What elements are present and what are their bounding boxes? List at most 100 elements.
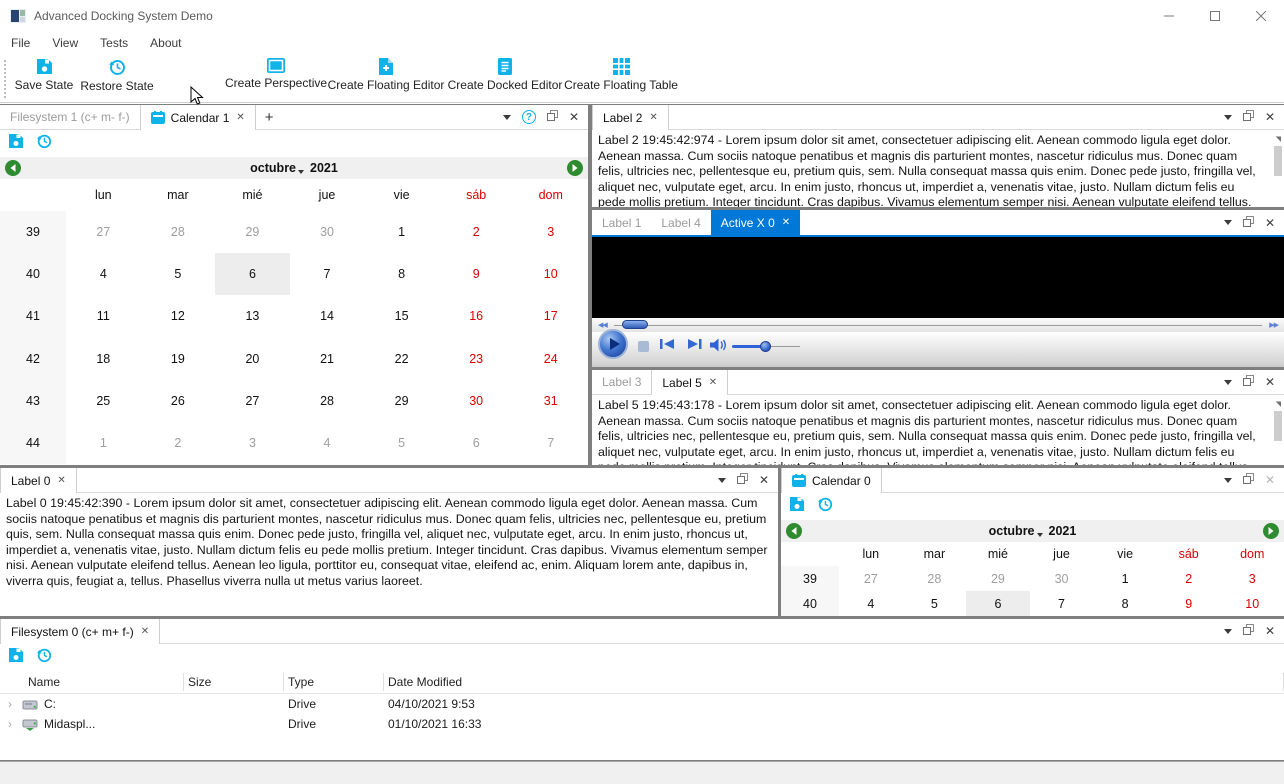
- calendar-day[interactable]: 6: [439, 422, 514, 464]
- tab-close-icon[interactable]: ✕: [141, 626, 149, 637]
- dock-menu-arrow-icon[interactable]: [717, 477, 726, 483]
- previous-track-icon[interactable]: [658, 337, 678, 356]
- close-icon[interactable]: [1238, 0, 1284, 32]
- expand-chevron-icon[interactable]: ›: [8, 717, 22, 731]
- calendar-day[interactable]: 30: [1030, 566, 1094, 591]
- tab-close-icon[interactable]: ✕: [709, 377, 717, 388]
- calendar-day[interactable]: 5: [364, 422, 439, 464]
- tab-label1[interactable]: Label 1: [592, 210, 651, 235]
- calendar-day[interactable]: 11: [66, 295, 141, 337]
- calendar-day[interactable]: 28: [141, 211, 216, 253]
- calendar-day[interactable]: 8: [364, 253, 439, 295]
- tab-label0[interactable]: Label 0 ✕: [0, 468, 77, 493]
- column-header[interactable]: Type: [284, 673, 384, 691]
- calendar-day[interactable]: 20: [215, 338, 290, 380]
- tab-activex0[interactable]: Active X 0 ✕: [710, 210, 801, 235]
- scrollbar[interactable]: ◥ ◢: [1271, 132, 1283, 207]
- calendar-day[interactable]: 24: [513, 338, 588, 380]
- tab-calendar0[interactable]: Calendar 0: [781, 468, 882, 493]
- add-tab-button[interactable]: +: [256, 105, 283, 129]
- dock-menu-arrow-icon[interactable]: [1223, 379, 1232, 385]
- dock-menu-arrow-icon[interactable]: [1223, 114, 1232, 120]
- calendar-day[interactable]: 29: [215, 211, 290, 253]
- dock-close-icon[interactable]: ✕: [1265, 624, 1275, 638]
- calendar-day[interactable]: 6: [215, 253, 290, 296]
- calendar-day[interactable]: 19: [141, 338, 216, 380]
- restore-icon[interactable]: [36, 133, 52, 154]
- minimize-icon[interactable]: [1146, 0, 1192, 32]
- menu-view[interactable]: View: [41, 36, 89, 50]
- stop-icon[interactable]: [638, 341, 649, 352]
- tab-label4[interactable]: Label 4: [651, 210, 710, 235]
- calendar-day[interactable]: 22: [364, 338, 439, 380]
- float-dock-icon[interactable]: [1242, 622, 1254, 640]
- calendar-day[interactable]: 8: [1093, 591, 1157, 616]
- float-dock-icon[interactable]: [736, 471, 748, 489]
- dock-menu-arrow-icon[interactable]: [1223, 220, 1232, 225]
- dock-menu-arrow-icon[interactable]: [502, 114, 511, 120]
- scrollbar-thumb[interactable]: [1274, 146, 1282, 176]
- calendar-day[interactable]: 21: [290, 338, 365, 380]
- save-icon[interactable]: [789, 496, 805, 517]
- help-icon[interactable]: ?: [521, 110, 536, 124]
- calendar-day[interactable]: 1: [1093, 566, 1157, 591]
- calendar-day[interactable]: 2: [439, 211, 514, 253]
- calendar-day[interactable]: 1: [364, 211, 439, 253]
- fast-forward-icon[interactable]: ▶▶: [1269, 321, 1279, 329]
- tab-label3[interactable]: Label 3: [592, 370, 651, 394]
- seek-track[interactable]: [614, 325, 1262, 326]
- float-dock-icon[interactable]: [546, 108, 558, 126]
- calendar-day[interactable]: 9: [1157, 591, 1221, 616]
- create-perspective-button[interactable]: Create Perspective: [225, 58, 327, 90]
- calendar-day[interactable]: 30: [439, 380, 514, 422]
- calendar-day[interactable]: 23: [439, 338, 514, 380]
- dock-close-icon[interactable]: ✕: [1265, 216, 1275, 230]
- calendar-day[interactable]: 30: [290, 211, 365, 253]
- tab-close-icon[interactable]: ✕: [57, 475, 65, 486]
- calendar-day[interactable]: 27: [839, 566, 903, 591]
- restore-state-button[interactable]: Restore State: [78, 58, 156, 93]
- volume-icon[interactable]: [710, 338, 728, 357]
- column-header[interactable]: Size: [184, 673, 284, 691]
- tab-label5[interactable]: Label 5 ✕: [651, 370, 729, 395]
- calendar-day[interactable]: 27: [66, 211, 141, 253]
- prev-month-icon[interactable]: [786, 523, 802, 539]
- calendar-day[interactable]: 7: [513, 422, 588, 464]
- calendar-day[interactable]: 7: [290, 253, 365, 295]
- tab-close-icon[interactable]: ✕: [236, 112, 244, 123]
- calendar-day[interactable]: 17: [513, 295, 588, 337]
- restore-icon[interactable]: [817, 496, 833, 517]
- calendar-day[interactable]: 4: [66, 253, 141, 295]
- calendar-day[interactable]: 28: [290, 380, 365, 422]
- calendar-day[interactable]: 3: [215, 422, 290, 464]
- dock-menu-arrow-icon[interactable]: [1223, 477, 1232, 483]
- calendar-day[interactable]: 12: [141, 295, 216, 337]
- calendar-day[interactable]: 16: [439, 295, 514, 337]
- calendar-day[interactable]: 6: [966, 591, 1030, 616]
- next-month-icon[interactable]: [1263, 523, 1279, 539]
- seek-slider-thumb[interactable]: [622, 320, 648, 329]
- calendar-day[interactable]: 1: [66, 422, 141, 464]
- calendar-day[interactable]: 3: [513, 211, 588, 253]
- volume-slider-thumb[interactable]: [760, 341, 771, 352]
- scrollbar-thumb[interactable]: [1274, 411, 1282, 441]
- expand-chevron-icon[interactable]: ›: [8, 697, 22, 711]
- maximize-icon[interactable]: [1192, 0, 1238, 32]
- calendar-day[interactable]: 29: [364, 380, 439, 422]
- calendar-day[interactable]: 5: [141, 253, 216, 295]
- tab-close-icon[interactable]: ✕: [649, 112, 657, 123]
- calendar-day[interactable]: 4: [290, 422, 365, 464]
- table-row[interactable]: › Midaspl... Drive 01/10/2021 16:33: [0, 714, 1284, 734]
- save-icon[interactable]: [8, 647, 24, 668]
- calendar1-title[interactable]: octubre 2021: [0, 161, 588, 175]
- dock-close-icon[interactable]: ✕: [1265, 110, 1275, 124]
- tab-close-icon[interactable]: ✕: [782, 217, 790, 228]
- scrollbar[interactable]: ◥ ◢: [1271, 397, 1283, 465]
- calendar-day[interactable]: 25: [66, 380, 141, 422]
- calendar-day[interactable]: 7: [1030, 591, 1094, 616]
- calendar-day[interactable]: 10: [1220, 591, 1284, 616]
- save-icon[interactable]: [8, 133, 24, 154]
- play-icon[interactable]: [598, 329, 628, 359]
- menu-tests[interactable]: Tests: [89, 36, 139, 50]
- calendar-day[interactable]: 14: [290, 295, 365, 337]
